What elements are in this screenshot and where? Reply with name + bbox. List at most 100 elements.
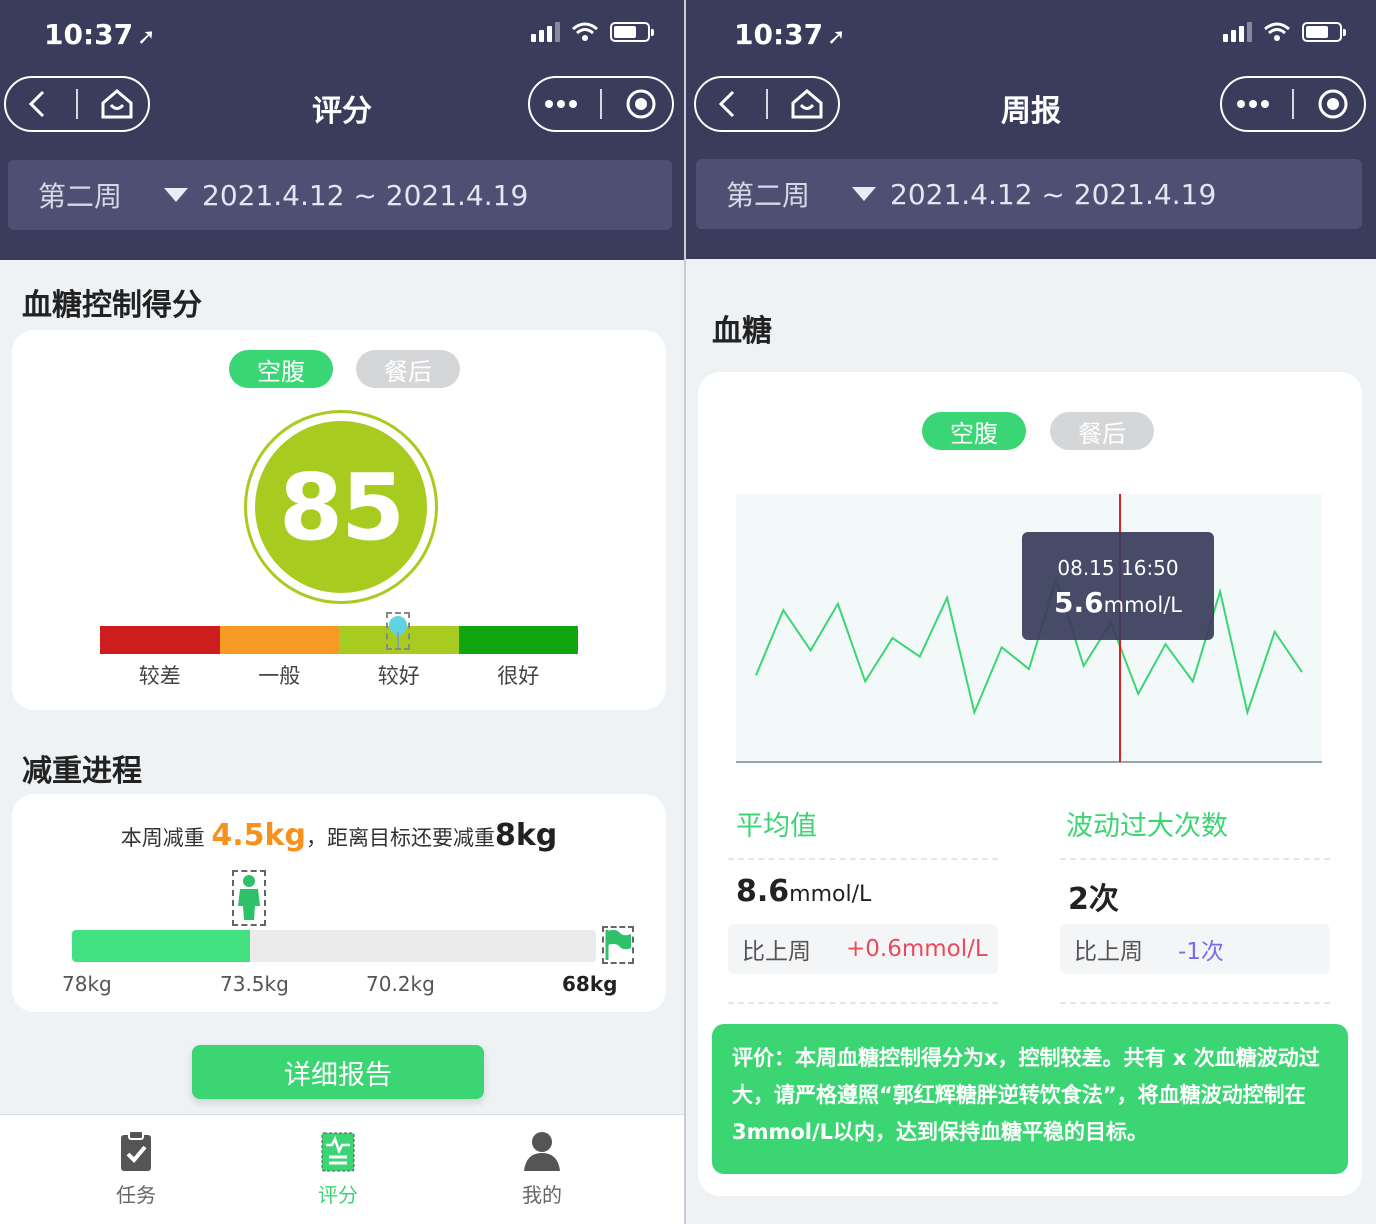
fluctuation-compare: 比上周 -1次	[1060, 924, 1330, 974]
score-value: 85	[255, 421, 427, 593]
average-number: 8.6	[736, 874, 790, 909]
tab-score[interactable]: 评分	[278, 1129, 398, 1208]
average-compare-value: +0.6mmol/L	[846, 936, 988, 962]
close-miniprogram-icon[interactable]	[1311, 82, 1355, 126]
header: 10:37 ➚ 评分 第二周 2021.4.12 ~ 2021.4.19	[0, 0, 684, 260]
fluctuation-compare-value: -1次	[1178, 939, 1224, 965]
signal-icon	[531, 22, 560, 42]
wifi-icon	[572, 22, 598, 41]
battery-icon	[1302, 22, 1346, 42]
weight-label-current: 73.5kg	[220, 972, 289, 996]
tab-score-label: 评分	[318, 1183, 358, 1207]
detail-report-button[interactable]: 详细报告	[192, 1045, 484, 1099]
person-icon	[232, 870, 266, 926]
tab-fasting[interactable]: 空腹	[922, 412, 1026, 450]
fluctuation-compare-label: 比上周	[1074, 939, 1143, 965]
nav-bar: 周报	[686, 76, 1376, 134]
header: 10:37 ➚ 周报 第二周 2021.4.12 ~ 2021.4.19	[686, 0, 1376, 259]
rating-scale	[100, 626, 578, 654]
battery-icon	[610, 22, 654, 42]
week-label: 第二周	[38, 180, 123, 213]
evaluation-box: 评价：本周血糖控制得分为x，控制较差。共有 x 次血糖波动过大，请严格遵照“郭红…	[712, 1024, 1348, 1174]
nav-capsule-right	[528, 76, 674, 132]
scale-segment-poor	[100, 626, 220, 654]
weight-label-mid: 70.2kg	[366, 972, 435, 996]
fluctuation-value: 2次	[1068, 882, 1119, 917]
tab-task-label: 任务	[116, 1183, 156, 1207]
average-compare-label: 比上周	[742, 939, 811, 965]
week-selector[interactable]: 第二周 2021.4.12 ~ 2021.4.19	[8, 160, 672, 230]
dropdown-triangle-icon	[164, 188, 188, 202]
score-section-title: 血糖控制得分	[22, 288, 202, 323]
weight-card: 本周减重 4.5kg，距离目标还要减重8kg 78kg 73.5kg 70.2k…	[12, 794, 666, 1012]
report-icon	[316, 1129, 360, 1173]
close-miniprogram-icon[interactable]	[619, 82, 663, 126]
more-icon[interactable]	[539, 82, 583, 126]
fluctuation-label: 波动过大次数	[1066, 811, 1228, 842]
tab-task[interactable]: 任务	[76, 1129, 196, 1208]
score-card: 空腹 餐后 85 较差 一般 较好 很好	[12, 330, 666, 710]
status-icons	[1223, 22, 1346, 42]
score-circle: 85	[244, 410, 438, 604]
goal-flag-icon	[602, 926, 634, 964]
status-icons	[531, 22, 654, 42]
weight-section-title: 减重进程	[22, 754, 142, 789]
average-compare: 比上周 +0.6mmol/L	[728, 924, 998, 974]
status-bar: 10:37 ➚	[686, 0, 1376, 70]
location-pin-icon	[385, 612, 411, 650]
week-selector[interactable]: 第二周 2021.4.12 ~ 2021.4.19	[696, 159, 1362, 229]
average-value: 8.6mmol/L	[736, 874, 871, 909]
tab-mine[interactable]: 我的	[482, 1129, 602, 1208]
scale-label: 较差	[138, 664, 181, 688]
weight-label-start: 78kg	[62, 972, 112, 996]
weight-remaining-value: 8kg	[494, 818, 558, 853]
chart-tooltip: 08.15 16:50 5.6mmol/L	[1022, 532, 1214, 640]
scale-segment-excellent	[458, 626, 578, 654]
week-label: 第二周	[726, 179, 811, 212]
tab-postmeal[interactable]: 餐后	[356, 350, 460, 388]
signal-icon	[1223, 22, 1252, 42]
scale-label: 较好	[377, 664, 420, 688]
status-bar: 10:37 ➚	[0, 0, 684, 70]
rating-scale-labels: 较差 一般 较好 很好	[100, 660, 578, 690]
scale-segment-fair	[219, 626, 339, 654]
weekly-report-screen: 10:37 ➚ 周报 第二周 2021.4.12 ~ 2021.4.19 血糖 …	[686, 0, 1376, 1224]
weight-loss-summary: 本周减重 4.5kg，距离目标还要减重8kg	[12, 818, 666, 853]
weight-label-goal: 68kg	[562, 972, 618, 996]
weight-progress-fill	[72, 930, 251, 962]
nav-capsule-right	[1220, 76, 1366, 132]
tooltip-value-line: 5.6mmol/L	[1022, 586, 1214, 619]
date-range: 2021.4.12 ~ 2021.4.19	[202, 178, 529, 212]
scale-label: 很好	[497, 664, 540, 688]
weight-progress-bar	[72, 930, 596, 962]
weight-lost-value: 4.5kg	[211, 818, 306, 853]
date-range: 2021.4.12 ~ 2021.4.19	[890, 177, 1217, 211]
average-unit: mmol/L	[789, 882, 872, 907]
dropdown-triangle-icon	[852, 187, 876, 201]
tab-fasting[interactable]: 空腹	[229, 350, 333, 388]
scale-label: 一般	[258, 664, 301, 688]
location-arrow-icon: ➚	[827, 25, 846, 50]
weight-loss-prefix: 本周减重	[120, 826, 212, 850]
nav-bar: 评分	[0, 76, 684, 134]
status-time: 10:37 ➚	[44, 18, 156, 51]
status-time: 10:37 ➚	[734, 18, 846, 51]
average-label: 平均值	[736, 811, 817, 842]
tooltip-value: 5.6	[1054, 586, 1104, 619]
weight-loss-middle: ，距离目标还要减重	[305, 826, 495, 850]
tab-mine-label: 我的	[522, 1183, 562, 1207]
tab-postmeal[interactable]: 餐后	[1050, 412, 1154, 450]
location-arrow-icon: ➚	[137, 25, 156, 50]
score-screen: 10:37 ➚ 评分 第二周 2021.4.12 ~ 2021.4.19 血糖控…	[0, 0, 684, 1224]
divider-dashed	[1060, 1002, 1330, 1004]
wifi-icon	[1264, 22, 1290, 41]
tooltip-time: 08.15 16:50	[1057, 556, 1179, 580]
divider-dashed	[1060, 858, 1330, 860]
clipboard-check-icon	[114, 1129, 158, 1173]
divider-dashed	[728, 1002, 998, 1004]
divider-dashed	[728, 858, 998, 860]
tooltip-unit: mmol/L	[1103, 593, 1182, 617]
user-icon	[520, 1129, 564, 1173]
glucose-section-title: 血糖	[712, 314, 772, 349]
more-icon[interactable]	[1231, 82, 1275, 126]
